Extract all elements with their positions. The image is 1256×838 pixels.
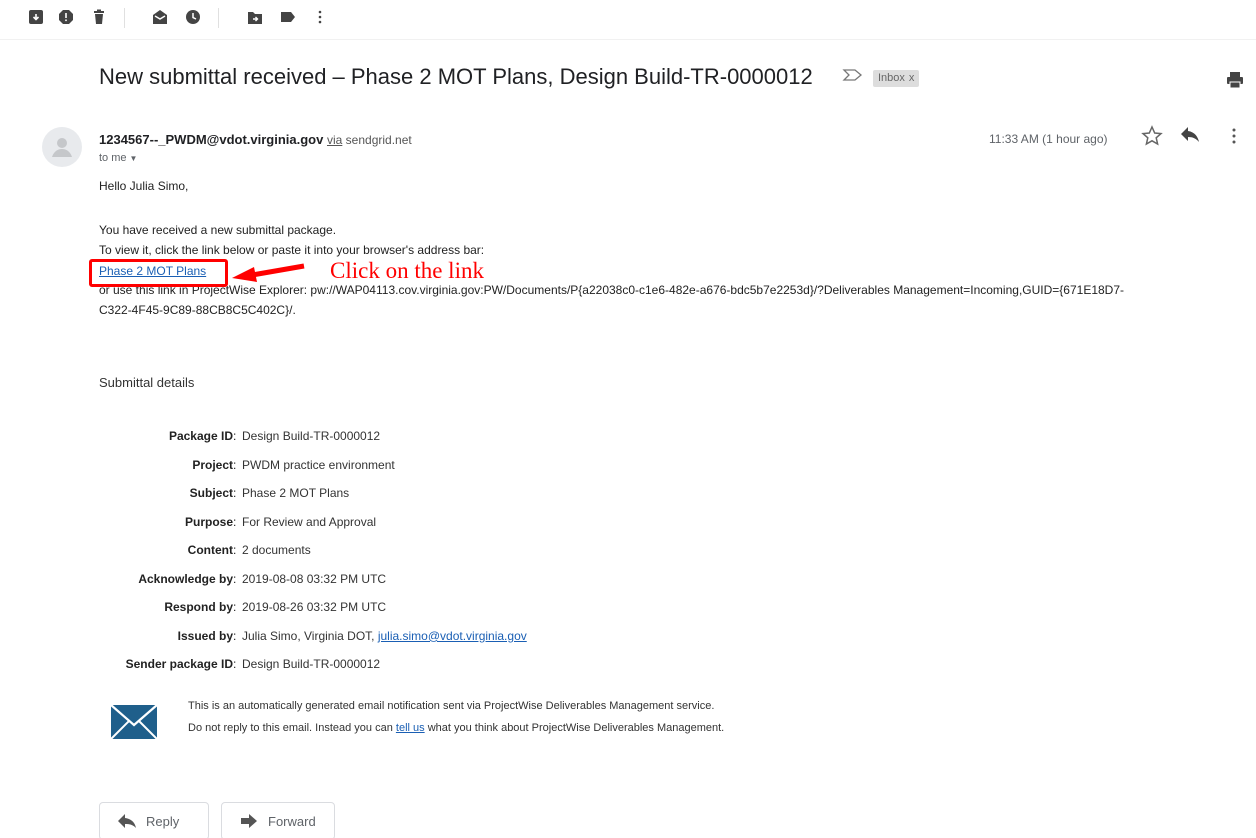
detail-value: PWDM practice environment — [242, 457, 395, 472]
detail-key: Subject — [189, 486, 233, 501]
detail-key: Acknowledge by — [138, 571, 233, 586]
detail-row-sender-package-id: Sender package ID: Design Build-TR-000001… — [99, 650, 527, 679]
detail-key: Respond by — [164, 600, 233, 615]
annotation-highlight-box — [89, 259, 228, 287]
move-to-icon[interactable] — [247, 9, 263, 25]
detail-row-purpose: Purpose: For Review and Approval — [99, 508, 527, 537]
detail-value: 2 documents — [242, 543, 311, 558]
snooze-icon[interactable] — [185, 9, 201, 25]
print-icon[interactable] — [1226, 71, 1244, 89]
detail-row-content: Content:2 documents — [99, 536, 527, 565]
detail-value: For Review and Approval — [242, 514, 377, 529]
forward-arrow-icon — [241, 814, 257, 828]
detail-value: 2019-08-26 03:32 PM UTC — [242, 600, 387, 615]
detail-row-issued-by: Issued by: Julia Simo, Virginia DOT, juli… — [99, 622, 527, 651]
footer-text-post: what you think about ProjectWise Deliver… — [424, 722, 725, 734]
important-marker-icon[interactable] — [842, 67, 864, 83]
detail-row-subject: Subject: Phase 2 MOT Plans — [99, 479, 527, 508]
reply-button-label: Reply — [146, 813, 180, 829]
detail-value: 2019-08-08 03:32 PM UTC — [242, 571, 387, 586]
detail-key: Content — [187, 543, 233, 558]
sender-address[interactable]: 1234567--_PWDM@vdot.virginia.gov — [99, 132, 323, 147]
body-line-2: To view it, click the link below or past… — [99, 243, 485, 257]
more-icon[interactable] — [312, 9, 328, 25]
footer-text-pre: Do not reply to this email. Instead you … — [188, 722, 396, 734]
footer-notice-line-2: Do not reply to this email. Instead you … — [188, 722, 724, 734]
explorer-link-line-1: or use this link in ProjectWise Explorer… — [99, 283, 1125, 297]
detail-row-package-id: Package ID: Design Build-TR-0000012 — [99, 422, 527, 451]
detail-value: Julia Simo, Virginia DOT, julia.simo@vdo… — [242, 629, 527, 643]
email-subject: New submittal received – Phase 2 MOT Pla… — [99, 64, 813, 89]
email-timestamp: 11:33 AM (1 hour ago) — [989, 132, 1108, 146]
explorer-link-line-2: C322-4F45-9C89-88CB8C5C402C}/. — [99, 303, 296, 317]
detail-row-respond-by: Respond by:2019-08-26 03:32 PM UTC — [99, 593, 527, 622]
detail-value: Design Build-TR-0000012 — [242, 429, 381, 444]
body-line-1: You have received a new submittal packag… — [99, 223, 337, 237]
issuer-name: Julia Simo, Virginia DOT, — [242, 628, 378, 643]
annotation-text: Click on the link — [330, 258, 484, 283]
caret-down-icon: ▼ — [129, 154, 138, 163]
sender-line: 1234567--_PWDM@vdot.virginia.gov via sen… — [99, 132, 412, 147]
labels-icon[interactable] — [280, 9, 296, 25]
toolbar-divider — [124, 8, 125, 28]
detail-row-project: Project: PWDM practice environment — [99, 451, 527, 480]
recipient-text: to me — [99, 152, 127, 164]
greeting-text: Hello Julia Simo, — [99, 179, 189, 193]
detail-value: Design Build-TR-0000012 — [242, 657, 381, 672]
sender-avatar[interactable] — [42, 127, 82, 167]
star-icon[interactable] — [1140, 124, 1164, 148]
detail-key: Issued by — [177, 628, 233, 643]
delete-icon[interactable] — [91, 9, 107, 25]
via-domain: sendgrid.net — [345, 133, 412, 147]
tell-us-link[interactable]: tell us — [396, 722, 425, 734]
detail-key: Project — [192, 457, 233, 472]
reply-button[interactable]: Reply — [99, 802, 209, 838]
via-link[interactable]: via — [327, 133, 342, 147]
inbox-label-text: Inbox — [878, 72, 905, 84]
detail-row-acknowledge-by: Acknowledge by:2019-08-08 03:32 PM UTC — [99, 565, 527, 594]
via-text: via sendgrid.net — [327, 133, 412, 147]
mark-unread-icon[interactable] — [152, 9, 168, 25]
submittal-details-table: Package ID: Design Build-TR-0000012 Proje… — [99, 422, 527, 679]
envelope-logo-icon — [110, 704, 157, 740]
default-avatar-icon — [52, 138, 72, 157]
inbox-label-chip[interactable]: Inbox x — [873, 70, 920, 87]
detail-key: Purpose — [184, 514, 233, 529]
reply-icon[interactable] — [1178, 124, 1202, 148]
forward-button-label: Forward — [268, 813, 316, 829]
footer-notice-line-1: This is an automatically generated email… — [188, 700, 715, 712]
report-spam-icon[interactable] — [58, 9, 74, 25]
detail-key: Sender package ID — [125, 657, 233, 672]
toolbar-divider — [218, 8, 219, 28]
message-toolbar — [0, 0, 1256, 40]
more-options-icon[interactable] — [1222, 124, 1246, 148]
reply-arrow-icon — [118, 814, 136, 828]
issuer-email-link[interactable]: julia.simo@vdot.virginia.gov — [378, 629, 527, 643]
detail-value: Phase 2 MOT Plans — [242, 486, 350, 501]
archive-icon[interactable] — [28, 9, 44, 25]
recipient-details[interactable]: to me ▼ — [99, 152, 137, 164]
remove-label-icon[interactable]: x — [909, 72, 915, 84]
detail-key: Package ID — [168, 429, 233, 444]
submittal-details-heading: Submittal details — [99, 375, 195, 390]
annotation-arrow-icon — [232, 263, 305, 282]
forward-button[interactable]: Forward — [221, 802, 335, 838]
